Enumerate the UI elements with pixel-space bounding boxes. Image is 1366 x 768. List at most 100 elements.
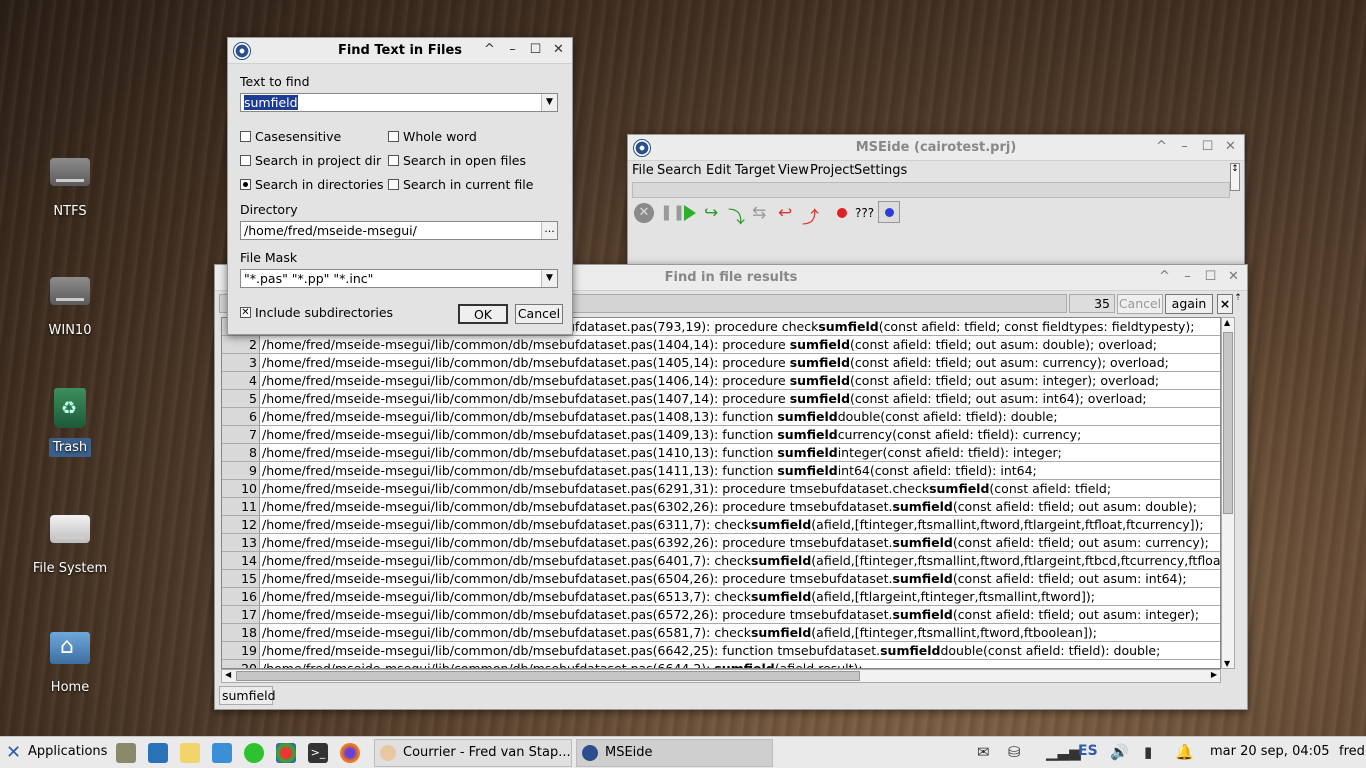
scroll-down-icon[interactable]: ▼ bbox=[1224, 659, 1230, 668]
table-row[interactable]: 7/home/fred/mseide-msegui/lib/common/db/… bbox=[222, 426, 1220, 444]
table-row[interactable]: 9/home/fred/mseide-msegui/lib/common/db/… bbox=[222, 462, 1220, 480]
clock[interactable]: mar 20 sep, 04:05 bbox=[1210, 744, 1330, 759]
green-app-icon[interactable] bbox=[244, 743, 264, 763]
desktop-icon[interactable] bbox=[148, 743, 168, 763]
minimize-icon[interactable]: – bbox=[1180, 269, 1195, 284]
table-row[interactable]: 4/home/fred/mseide-msegui/lib/common/db/… bbox=[222, 372, 1220, 390]
desktop-icon-ntfs[interactable]: NTFS bbox=[0, 148, 140, 221]
minimize-icon[interactable]: – bbox=[1177, 139, 1192, 154]
text-to-find-input[interactable]: sumfield ▼ bbox=[240, 93, 558, 112]
chevron-down-icon[interactable]: ▼ bbox=[541, 94, 557, 111]
table-row[interactable]: 16/home/fred/mseide-msegui/lib/common/db… bbox=[222, 588, 1220, 606]
menu-search[interactable]: Search bbox=[657, 163, 702, 178]
pause-icon[interactable]: ❚❚ bbox=[660, 203, 685, 223]
search-directories-radio[interactable] bbox=[240, 179, 251, 190]
table-row[interactable]: 11/home/fred/mseide-msegui/lib/common/db… bbox=[222, 498, 1220, 516]
color-app-icon[interactable] bbox=[276, 743, 296, 763]
step-back-icon[interactable]: ↩ bbox=[778, 203, 792, 223]
keyboard-layout[interactable]: ES bbox=[1078, 743, 1098, 759]
scroll-up-icon[interactable]: ▲ bbox=[1224, 318, 1230, 327]
desktop-icon-win10[interactable]: WIN10 bbox=[0, 267, 140, 340]
close-icon[interactable]: ✕ bbox=[1223, 139, 1238, 154]
file-manager-icon[interactable] bbox=[212, 743, 232, 763]
mail-icon[interactable]: ✉ bbox=[977, 743, 990, 761]
volume-icon[interactable]: 🔊 bbox=[1110, 743, 1129, 761]
signal-icon[interactable]: ▁▃▅ bbox=[1046, 743, 1081, 761]
table-row[interactable]: 18/home/fred/mseide-msegui/lib/common/db… bbox=[222, 624, 1220, 642]
archive-icon[interactable] bbox=[116, 743, 136, 763]
desktop-icon-home[interactable]: Home bbox=[0, 624, 140, 697]
casesensitive-checkbox[interactable] bbox=[240, 131, 251, 142]
task-mail-client[interactable]: Courrier - Fred van Stap... bbox=[374, 739, 572, 767]
table-row[interactable]: 12/home/fred/mseide-msegui/lib/common/db… bbox=[222, 516, 1220, 534]
desktop-icon-filesystem[interactable]: File System bbox=[0, 505, 140, 578]
include-subdirectories-checkbox[interactable]: ✕ bbox=[240, 307, 251, 318]
table-row[interactable]: 5/home/fred/mseide-msegui/lib/common/db/… bbox=[222, 390, 1220, 408]
search-current-file-checkbox[interactable] bbox=[388, 179, 399, 190]
scroll-thumb[interactable] bbox=[1223, 332, 1233, 514]
firefox-icon[interactable] bbox=[340, 743, 360, 763]
user-name[interactable]: fred bbox=[1339, 744, 1365, 759]
minimize-icon[interactable]: – bbox=[505, 42, 520, 57]
find-titlebar[interactable]: Find Text in Files ^ – ☐ ✕ bbox=[228, 38, 572, 64]
table-row[interactable]: 13/home/fred/mseide-msegui/lib/common/db… bbox=[222, 534, 1220, 552]
cancel-button[interactable]: Cancel bbox=[515, 304, 563, 324]
scroll-right-icon[interactable]: ▶ bbox=[1211, 670, 1217, 679]
ok-button[interactable]: OK bbox=[458, 304, 508, 324]
maximize-icon[interactable]: ☐ bbox=[528, 42, 543, 57]
menu-file[interactable]: File bbox=[632, 163, 654, 178]
applications-menu[interactable]: Applications bbox=[28, 744, 107, 759]
results-hscrollbar[interactable]: ◀ ▶ bbox=[221, 669, 1221, 683]
table-row[interactable]: 6/home/fred/mseide-msegui/lib/common/db/… bbox=[222, 408, 1220, 426]
notification-bell-icon[interactable]: 🔔 bbox=[1175, 743, 1194, 761]
maximize-icon[interactable]: ☐ bbox=[1203, 269, 1218, 284]
network-drive-icon[interactable]: ⛁ bbox=[1008, 743, 1021, 761]
table-row[interactable]: 17/home/fred/mseide-msegui/lib/common/db… bbox=[222, 606, 1220, 624]
step-into-icon[interactable]: ⤵ bbox=[728, 203, 745, 228]
table-row[interactable]: 20/home/fred/mseide-msegui/lib/common/db… bbox=[222, 660, 1220, 668]
shade-icon[interactable]: ^ bbox=[1157, 269, 1172, 284]
table-row[interactable]: 3/home/fred/mseide-msegui/lib/common/db/… bbox=[222, 354, 1220, 372]
shade-icon[interactable]: ^ bbox=[1154, 139, 1169, 154]
table-row[interactable]: 2/home/fred/mseide-msegui/lib/common/db/… bbox=[222, 336, 1220, 354]
battery-icon[interactable]: ▮ bbox=[1144, 743, 1152, 761]
results-cancel-button[interactable]: Cancel bbox=[1117, 294, 1163, 314]
menu-view[interactable]: View bbox=[778, 163, 809, 178]
whole-word-checkbox[interactable] bbox=[388, 131, 399, 142]
xfce-logo-icon[interactable]: ✕ bbox=[6, 742, 21, 763]
close-icon[interactable]: ✕ bbox=[551, 42, 566, 57]
terminal-icon[interactable]: >_ bbox=[308, 743, 328, 763]
close-icon[interactable]: ✕ bbox=[1226, 269, 1241, 284]
text-editor-icon[interactable] bbox=[180, 743, 200, 763]
results-vscrollbar[interactable]: ▲ ▼ bbox=[1221, 317, 1235, 669]
task-mseide[interactable]: MSEide bbox=[576, 739, 773, 767]
stop-icon[interactable]: ✕ bbox=[634, 203, 654, 223]
hscroll-thumb[interactable] bbox=[236, 671, 860, 681]
search-open-files-checkbox[interactable] bbox=[388, 155, 399, 166]
maximize-icon[interactable]: ☐ bbox=[1200, 139, 1215, 154]
menu-edit[interactable]: Edit bbox=[706, 163, 731, 178]
watch-icon[interactable] bbox=[878, 201, 900, 223]
run-icon[interactable] bbox=[684, 205, 696, 221]
table-row[interactable]: 10/home/fred/mseide-msegui/lib/common/db… bbox=[222, 480, 1220, 498]
menu-project[interactable]: Project bbox=[810, 163, 854, 178]
step-icon[interactable]: ↪ bbox=[704, 203, 718, 223]
table-row[interactable]: 14/home/fred/mseide-msegui/lib/common/db… bbox=[222, 552, 1220, 570]
table-row[interactable]: 19/home/fred/mseide-msegui/lib/common/db… bbox=[222, 642, 1220, 660]
shade-icon[interactable]: ^ bbox=[482, 42, 497, 57]
menu-settings[interactable]: Settings bbox=[854, 163, 907, 178]
results-again-button[interactable]: again bbox=[1165, 294, 1213, 314]
breakpoint-icon[interactable] bbox=[837, 208, 847, 218]
menu-target[interactable]: Target bbox=[735, 163, 775, 178]
ide-scroll-stub[interactable]: ↕ bbox=[1230, 163, 1240, 191]
step-out-icon[interactable]: ⤴ bbox=[802, 203, 819, 228]
results-scroll-up-stub[interactable]: ⇡ bbox=[1233, 293, 1243, 307]
table-row[interactable]: 15/home/fred/mseide-msegui/lib/common/db… bbox=[222, 570, 1220, 588]
table-row[interactable]: 8/home/fred/mseide-msegui/lib/common/db/… bbox=[222, 444, 1220, 462]
step-over-icon[interactable]: ⇆ bbox=[752, 203, 766, 223]
directory-input[interactable]: /home/fred/mseide-msegui/... bbox=[240, 221, 558, 240]
search-project-dir-checkbox[interactable] bbox=[240, 155, 251, 166]
scroll-left-icon[interactable]: ◀ bbox=[225, 670, 231, 679]
desktop-icon-trash[interactable]: Trash bbox=[0, 384, 140, 457]
chevron-down-icon[interactable]: ▼ bbox=[541, 270, 557, 287]
